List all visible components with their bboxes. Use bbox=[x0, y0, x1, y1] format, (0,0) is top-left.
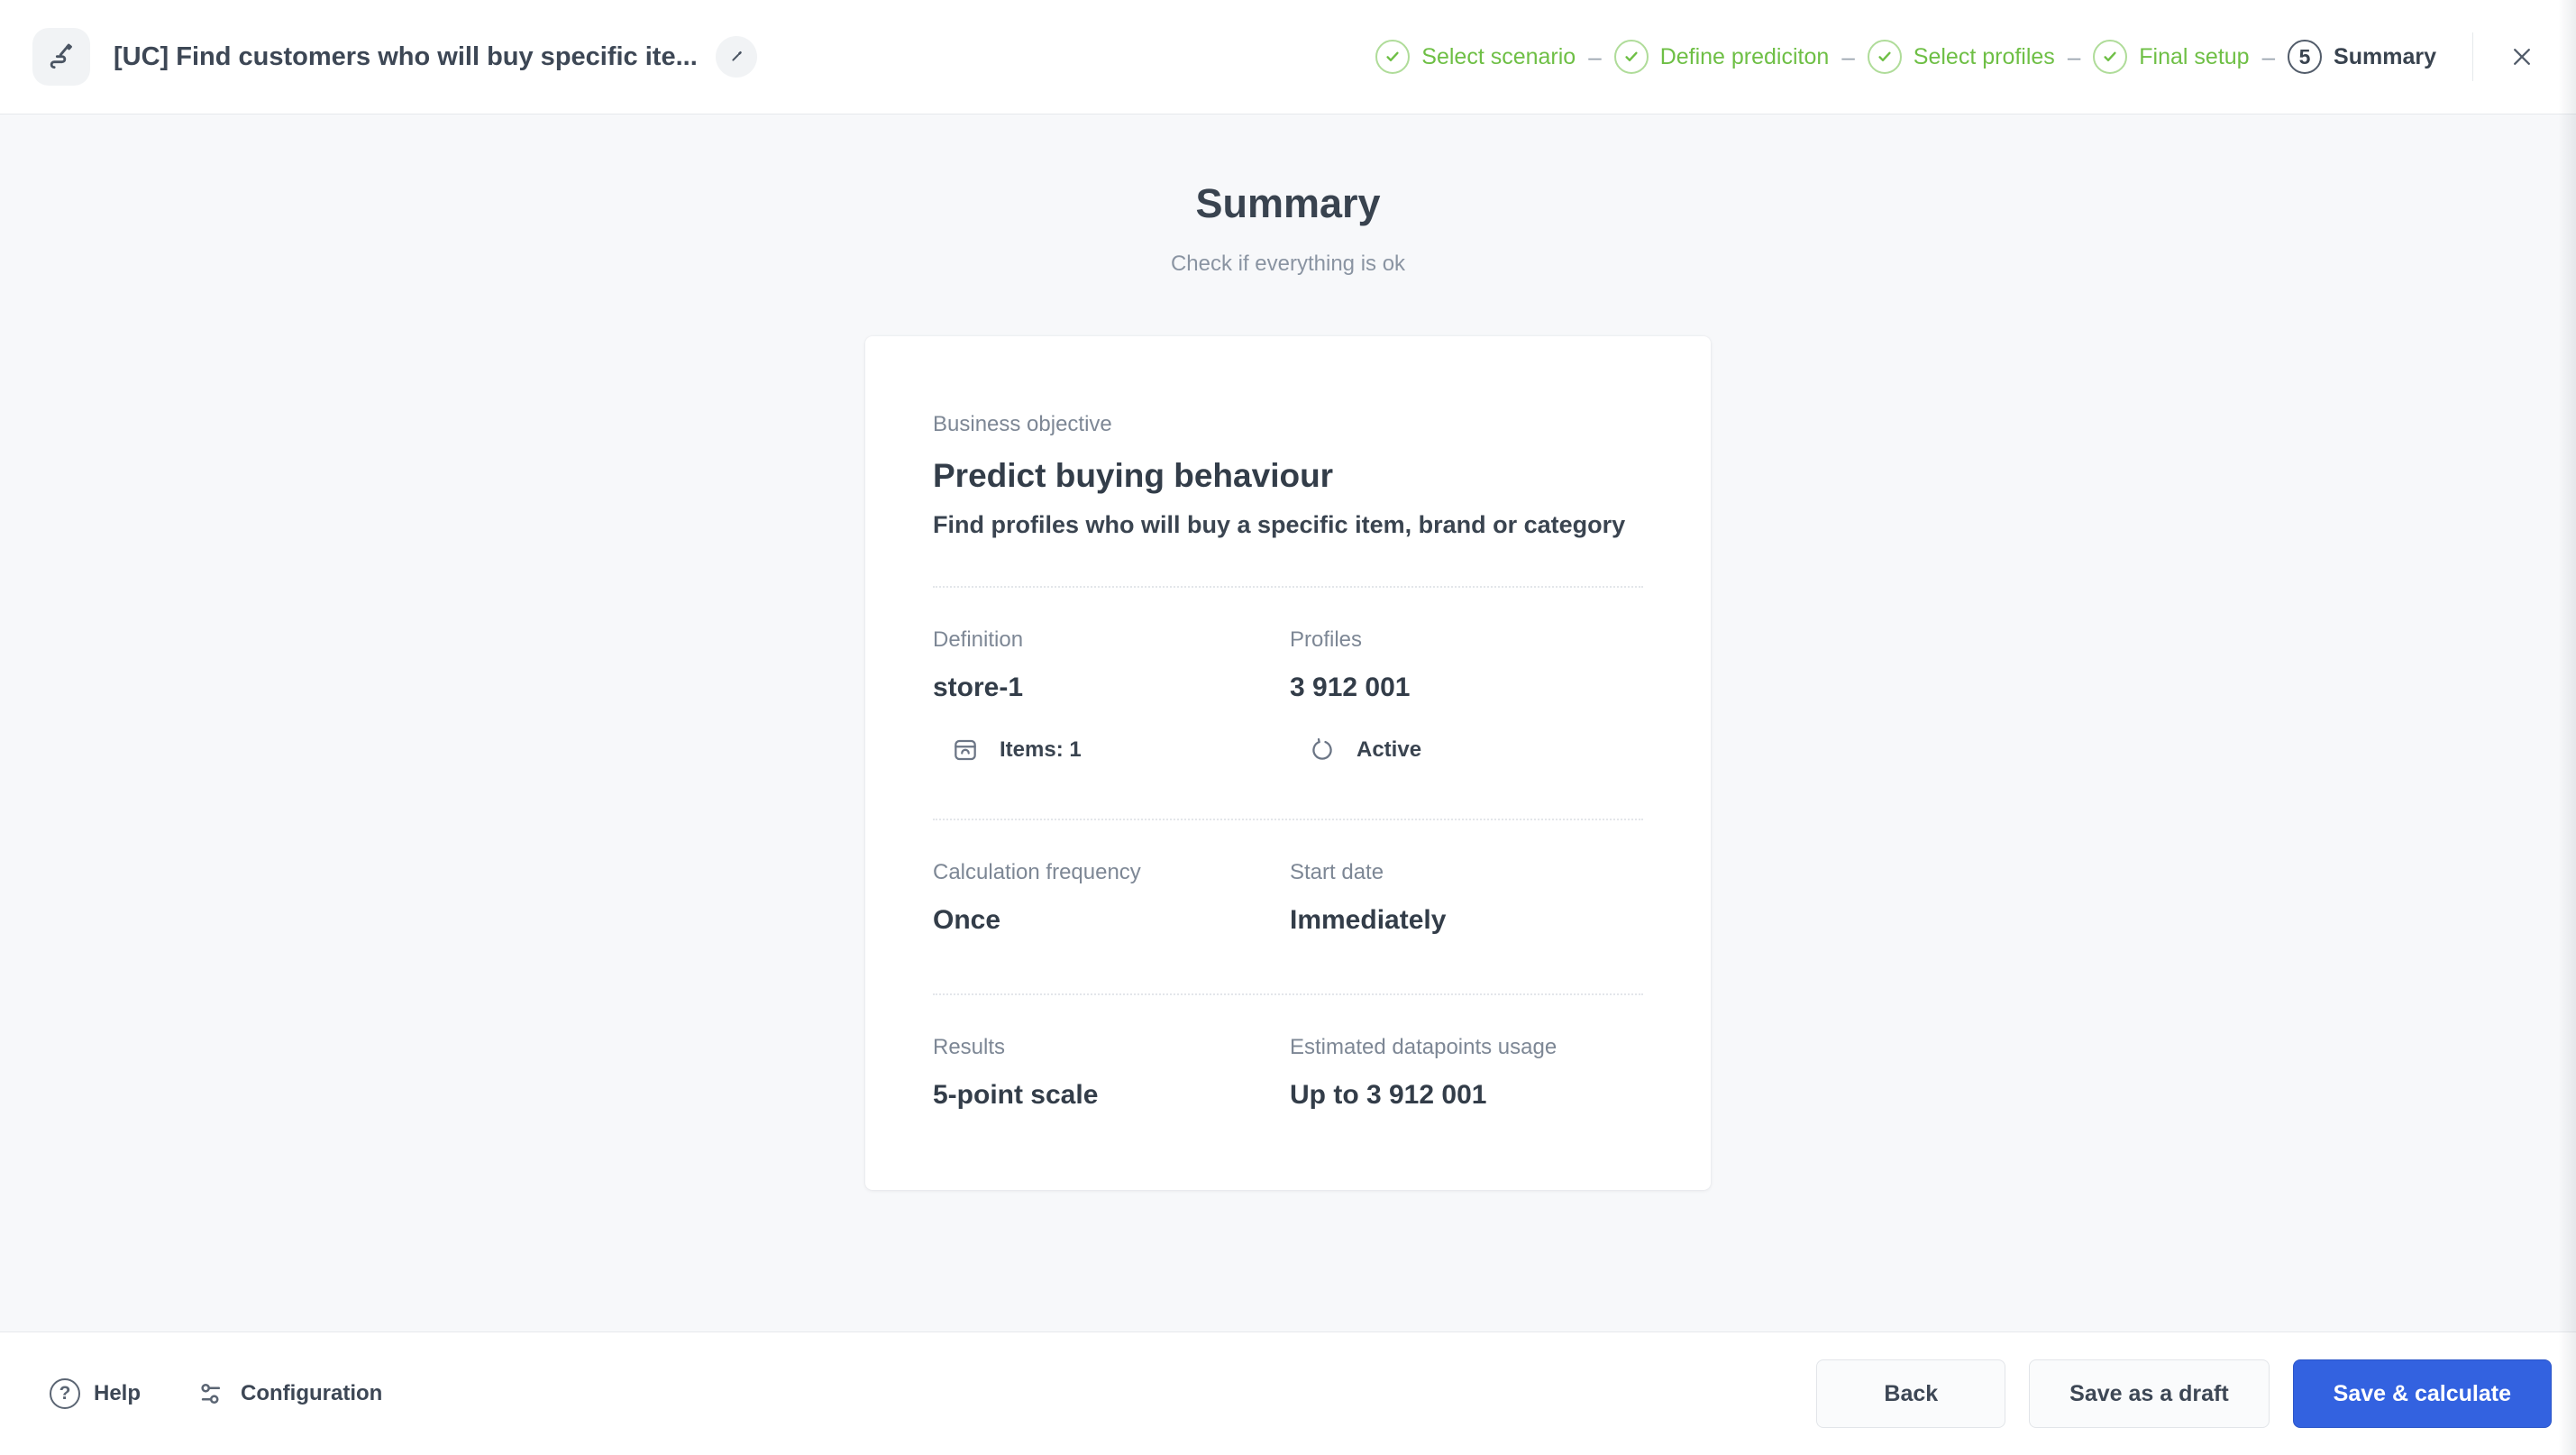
datapoints-field: Estimated datapoints usage Up to 3 912 0… bbox=[1290, 1035, 1643, 1111]
help-icon: ? bbox=[50, 1378, 80, 1409]
help-button[interactable]: ? Help bbox=[50, 1378, 141, 1409]
step-summary[interactable]: 5 Summary bbox=[2288, 40, 2436, 74]
business-objective-value: Predict buying behaviour bbox=[933, 457, 1334, 494]
step-separator: – bbox=[1588, 42, 1602, 70]
back-button[interactable]: Back bbox=[1816, 1359, 2006, 1428]
sliders-icon bbox=[196, 1378, 227, 1409]
summary-card: Business objective Predict buying behavi… bbox=[865, 336, 1711, 1190]
profiles-value: 3 912 001 bbox=[1290, 673, 1411, 702]
bottom-bar: ? Help Configuration Back Save as a draf… bbox=[0, 1331, 2576, 1455]
check-circle-icon bbox=[1375, 40, 1411, 74]
close-icon bbox=[2507, 41, 2537, 72]
close-button[interactable] bbox=[2500, 35, 2544, 78]
main-content: Summary Check if everything is ok Busine… bbox=[0, 114, 2576, 1331]
profiles-label: Profiles bbox=[1290, 627, 1363, 652]
check-circle-icon bbox=[1613, 40, 1649, 74]
save-draft-button[interactable]: Save as a draft bbox=[2029, 1359, 2270, 1428]
definition-items-count: Items: 1 bbox=[1000, 737, 1082, 762]
business-objective-label: Business objective bbox=[933, 412, 1112, 436]
check-circle-icon bbox=[2093, 40, 2128, 74]
save-calculate-button[interactable]: Save & calculate bbox=[2292, 1359, 2552, 1428]
box-icon bbox=[951, 736, 980, 764]
pencil-icon bbox=[726, 46, 747, 68]
results-datapoints-section: Results 5-point scale Estimated datapoin… bbox=[933, 995, 1643, 1111]
step-separator: – bbox=[1841, 42, 1855, 70]
step-separator: – bbox=[2261, 42, 2276, 70]
page-title: Summary bbox=[1195, 180, 1381, 226]
step-define-prediction[interactable]: Define prediciton bbox=[1613, 40, 1830, 74]
step-label: Select scenario bbox=[1421, 43, 1576, 69]
results-label: Results bbox=[933, 1035, 1006, 1059]
definition-meta: Items: 1 bbox=[933, 736, 1290, 764]
start-date-value: Immediately bbox=[1290, 905, 1447, 935]
configuration-label: Configuration bbox=[241, 1381, 383, 1405]
step-label: Final setup bbox=[2139, 43, 2250, 69]
flow-pencil-icon bbox=[43, 39, 79, 75]
step-label: Select profiles bbox=[1913, 43, 2055, 69]
datapoints-value: Up to 3 912 001 bbox=[1290, 1080, 1487, 1110]
results-field: Results 5-point scale bbox=[933, 1035, 1290, 1111]
check-circle-icon bbox=[1867, 40, 1902, 74]
sync-icon bbox=[1308, 736, 1337, 764]
definition-profiles-section: Definition store-1 Items: 1 Profiles 3 9… bbox=[933, 588, 1643, 819]
step-number: 5 bbox=[2298, 44, 2311, 69]
calculation-frequency-value: Once bbox=[933, 905, 1001, 935]
app-tile bbox=[32, 28, 90, 86]
page-subtitle: Check if everything is ok bbox=[1170, 252, 1406, 276]
start-date-label: Start date bbox=[1290, 860, 1384, 884]
business-objective-description: Find profiles who will buy a specific it… bbox=[933, 511, 1626, 538]
step-number-circle: 5 bbox=[2288, 40, 2323, 74]
profiles-status-badge: Active bbox=[1357, 737, 1422, 762]
vertical-divider bbox=[2472, 32, 2473, 81]
start-date-field: Start date Immediately bbox=[1290, 860, 1643, 936]
step-select-profiles[interactable]: Select profiles bbox=[1867, 40, 2055, 74]
profiles-field: Profiles 3 912 001 Active bbox=[1290, 627, 1643, 764]
help-label: Help bbox=[94, 1381, 142, 1405]
definition-label: Definition bbox=[933, 627, 1024, 652]
calculation-frequency-field: Calculation frequency Once bbox=[933, 860, 1290, 936]
step-final-setup[interactable]: Final setup bbox=[2093, 40, 2250, 74]
business-objective-section: Business objective Predict buying behavi… bbox=[933, 412, 1643, 539]
wizard-stepper: Select scenario – Define prediciton – Se… bbox=[1375, 40, 2436, 74]
document-title: [UC] Find customers who will buy specifi… bbox=[114, 41, 698, 71]
step-separator: – bbox=[2067, 42, 2081, 70]
calculation-frequency-label: Calculation frequency bbox=[933, 860, 1141, 884]
definition-value: store-1 bbox=[933, 673, 1024, 702]
profiles-meta: Active bbox=[1290, 736, 1643, 764]
datapoints-label: Estimated datapoints usage bbox=[1290, 1035, 1557, 1059]
step-label: Define prediciton bbox=[1659, 43, 1830, 69]
results-value: 5-point scale bbox=[933, 1080, 1099, 1110]
frequency-startdate-section: Calculation frequency Once Start date Im… bbox=[933, 820, 1643, 993]
definition-field: Definition store-1 Items: 1 bbox=[933, 627, 1290, 764]
edit-title-button[interactable] bbox=[715, 36, 757, 78]
step-select-scenario[interactable]: Select scenario bbox=[1375, 40, 1576, 74]
configuration-button[interactable]: Configuration bbox=[196, 1378, 382, 1409]
step-label: Summary bbox=[2334, 43, 2436, 69]
top-bar: [UC] Find customers who will buy specifi… bbox=[0, 0, 2576, 114]
